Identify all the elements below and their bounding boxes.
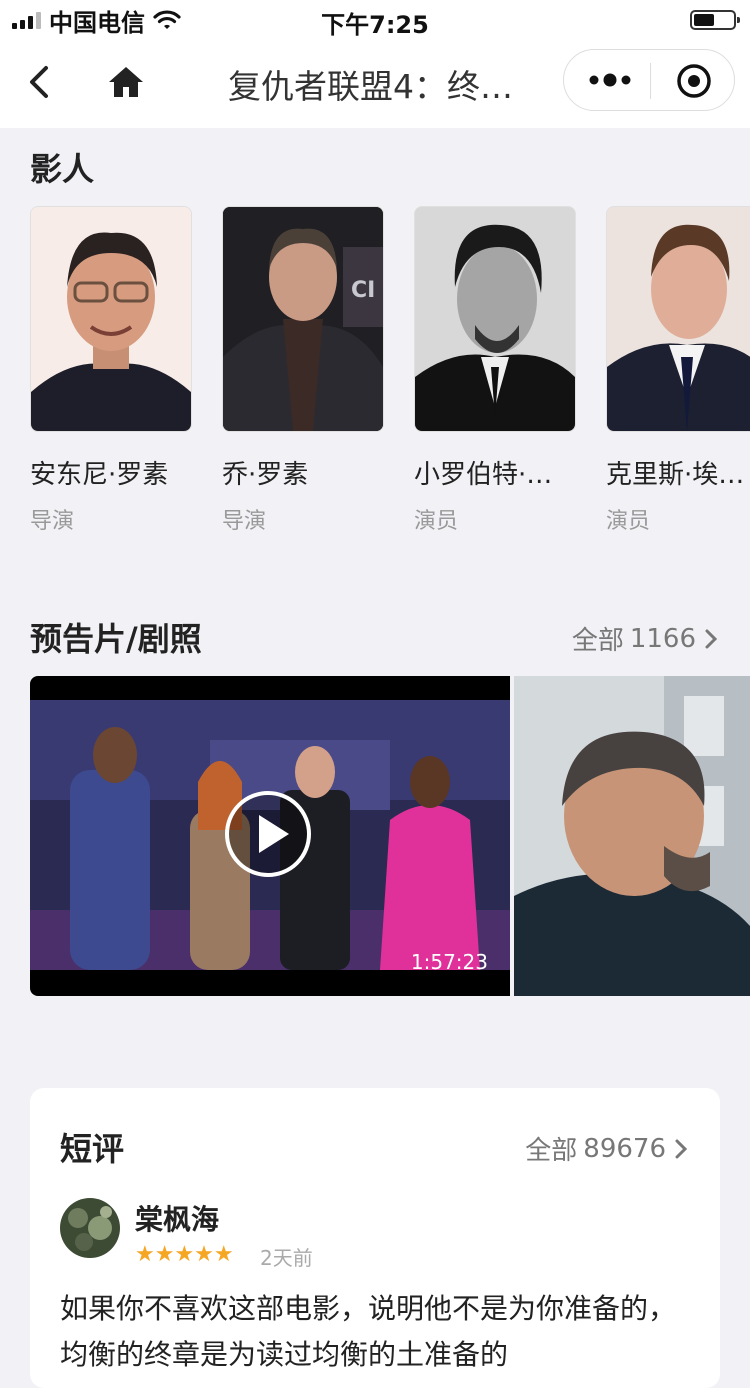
cast-photo [30,206,192,432]
page-title: 复仇者联盟4：终… [228,67,513,106]
see-all-label: 全部 [571,626,624,656]
cast-section-title: 影人 [30,150,95,188]
navigation-bar: 复仇者联盟4：终… [0,40,750,128]
home-icon[interactable] [106,62,146,102]
capsule-divider [650,63,651,99]
cast-photo [414,206,576,432]
svg-text:CI: CI [351,278,375,303]
close-miniprogram-icon[interactable] [676,63,712,99]
review-text[interactable]: 如果你不喜欢这部电影，说明他不是为你准备的，均衡的终章是为读过均衡的土准备的 [60,1286,690,1378]
battery-icon [690,10,740,30]
cast-role: 导演 [30,509,75,534]
reviews-section-title: 短评 [60,1130,125,1168]
cast-role: 演员 [414,509,459,534]
status-bar: 中国电信 下午7:25 [0,0,750,40]
video-duration: 1:57:23 [410,950,488,974]
trailers-see-all-link[interactable]: 全部 1166 [572,620,720,657]
reviews-see-all-link[interactable]: 全部 89676 [525,1130,690,1167]
reviews-count: 89676 [583,1133,666,1164]
cast-name: 乔·罗素 [222,460,309,490]
movie-still[interactable] [514,676,750,996]
cast-card[interactable]: CI 乔·罗素 导演 [222,206,384,535]
trailers-section-title: 预告片/剧照 [30,620,202,658]
cast-card[interactable]: 安东尼·罗素 导演 [30,206,192,535]
clock: 下午7:25 [321,11,429,39]
reviewer-name[interactable]: 棠枫海 [135,1198,219,1238]
cast-photo: CI [222,206,384,432]
cast-name: 小罗伯特·… [414,460,553,490]
cast-name: 安东尼·罗素 [30,460,169,490]
short-reviews-card: 短评 全部 89676 棠枫海 ★★★★★ 2天前 如果你不喜欢这部电影，说明他… [30,1088,720,1388]
back-icon[interactable] [22,62,62,102]
cast-role: 导演 [222,509,267,534]
trailers-count: 1166 [629,623,696,654]
review-time: 2天前 [260,1246,313,1270]
cast-photo [606,206,750,432]
more-icon[interactable] [588,70,632,90]
cast-card[interactable]: 小罗伯特·… 演员 [414,206,576,535]
trailer-video[interactable]: 1:57:23 [30,676,510,996]
chevron-right-icon [705,629,718,648]
play-button[interactable] [225,791,311,877]
cast-role: 演员 [606,509,651,534]
chevron-right-icon [675,1139,688,1158]
avatar[interactable] [60,1198,120,1258]
mini-program-capsule [563,49,735,111]
cast-card[interactable]: 克里斯·埃… 演员 [606,206,750,535]
cast-name: 克里斯·埃… [606,460,745,490]
star-rating: ★★★★★ [135,1242,234,1267]
see-all-label: 全部 [525,1136,578,1166]
play-icon [259,815,289,853]
